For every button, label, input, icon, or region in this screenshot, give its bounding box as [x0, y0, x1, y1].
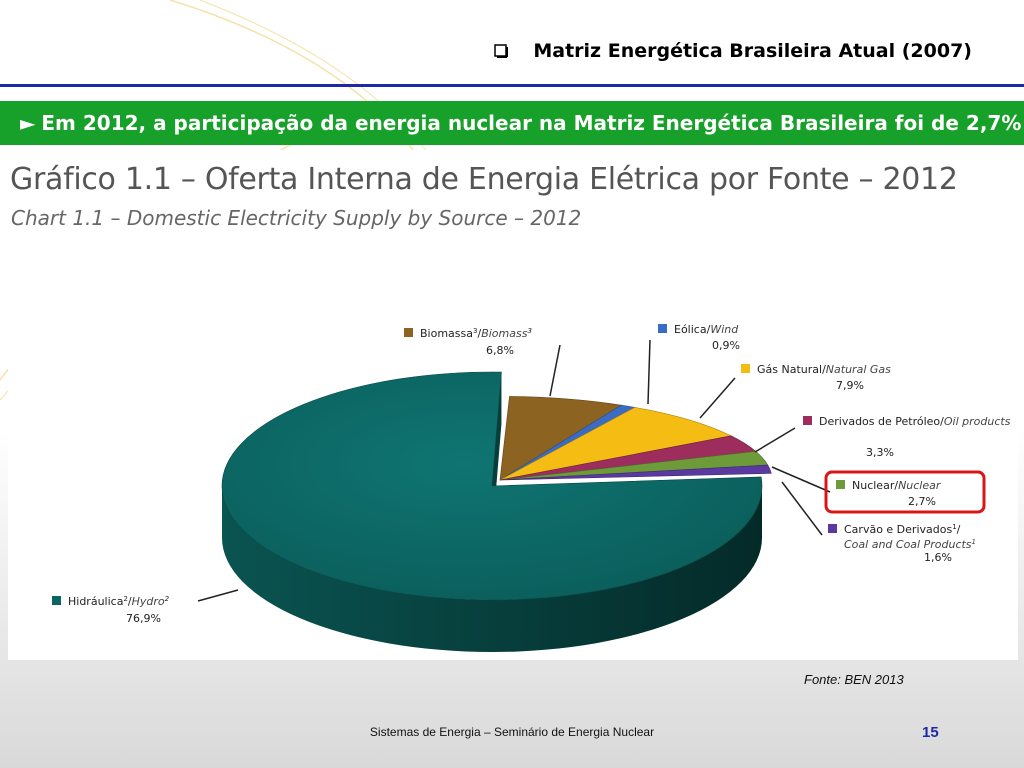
- pie-slice-hydro: [221, 371, 763, 601]
- slice-name-pt-wind: Eólica: [674, 323, 707, 336]
- pie-chart: Hidráulica2/Hydro2 76,9% Biomassa3/Biomass…: [52, 323, 1011, 652]
- nuclear-highlight-box: [824, 470, 986, 514]
- leader-line-biomass: [549, 344, 561, 397]
- legend-swatch-hydro: [52, 596, 61, 605]
- slice-value-coal-and-coal-products: 1,6%: [924, 551, 952, 564]
- legend-swatch-coal-and-coal-products: [828, 524, 837, 533]
- slice-name-pt-oil-products: Derivados de Petróleo: [819, 415, 940, 428]
- legend-swatch-nuclear: [836, 480, 845, 489]
- leader-line-natural-gas: [699, 377, 736, 419]
- leader-line-oil-products: [754, 427, 796, 453]
- legend-swatch-oil-products: [803, 416, 812, 425]
- slice-name-pt-coal-and-coal-products: Carvão e Derivados: [844, 523, 952, 536]
- slice-value-hydro: 76,9%: [126, 612, 161, 625]
- slice-name-en-natural-gas: Natural Gas: [826, 363, 891, 376]
- slice-name-pt-nuclear: Nuclear: [852, 479, 895, 492]
- slice-name-en-biomass: Biomass: [481, 327, 528, 340]
- leader-line-wind: [647, 339, 651, 405]
- slice-label-oil-products: Derivados de Petróleo/Oil products: [819, 415, 1011, 428]
- slice-value-oil-products: 3,3%: [866, 446, 894, 459]
- slice-label-natural-gas: Gás Natural/Natural Gas: [757, 363, 891, 376]
- slice-name-pt-hydro: Hidráulica: [68, 595, 123, 608]
- slice-value-biomass: 6,8%: [486, 344, 514, 357]
- slice-name-en-hydro: Hydro: [132, 595, 165, 608]
- legend-swatch-natural-gas: [741, 364, 750, 373]
- slice-name-en-oil-products: Oil products: [944, 415, 1011, 428]
- slice-name-pt-biomass: Biomassa: [420, 327, 473, 340]
- slice-label-hydro: Hidráulica2/Hydro2: [68, 595, 170, 608]
- slice-name-pt-natural-gas: Gás Natural: [757, 363, 822, 376]
- slice-name-en-nuclear: Nuclear: [898, 479, 942, 492]
- page-number: 15: [922, 724, 939, 741]
- legend-swatch-wind: [658, 324, 667, 333]
- leader-line-coal-and-coal-products: [781, 481, 823, 536]
- leader-line-hydro: [197, 589, 239, 602]
- slice-label-biomass: Biomassa3/Biomass3: [420, 327, 532, 340]
- slice-value-natural-gas: 7,9%: [836, 379, 864, 392]
- slice-value-nuclear: 2,7%: [908, 495, 936, 508]
- slice-value-wind: 0,9%: [712, 339, 740, 352]
- slice-name-en-coal-and-coal-products: Coal and Coal Products1: [844, 538, 976, 551]
- slice-label-nuclear: Nuclear/Nuclear: [852, 479, 942, 492]
- slice-label-coal-and-coal-products: Carvão e Derivados1/: [844, 523, 961, 536]
- slice-label-wind: Eólica/Wind: [674, 323, 739, 336]
- footer-text: Sistemas de Energia – Seminário de Energ…: [369, 725, 655, 739]
- source-note: Fonte: BEN 2013: [804, 672, 904, 687]
- slice-name-en-wind: Wind: [710, 323, 739, 336]
- legend-swatch-biomass: [404, 328, 413, 337]
- leader-line-nuclear: [771, 466, 831, 493]
